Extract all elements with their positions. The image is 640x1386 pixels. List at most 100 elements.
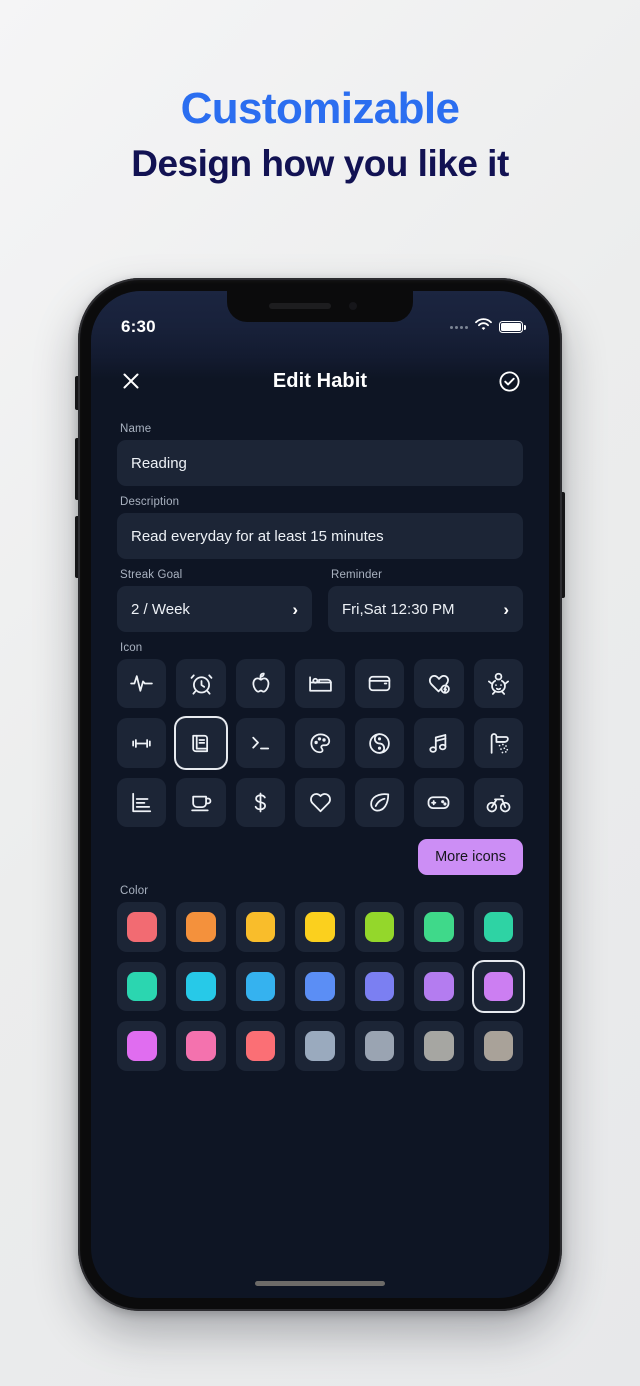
streak-goal-value: 2 / Week bbox=[131, 600, 190, 618]
icon-option-alarm-clock-icon[interactable] bbox=[176, 659, 226, 709]
icon-option-shower-icon[interactable] bbox=[473, 718, 524, 768]
icon-option-bicycle-icon[interactable] bbox=[473, 777, 524, 828]
icon-option-baby-icon[interactable] bbox=[473, 659, 524, 709]
check-circle-icon[interactable] bbox=[495, 367, 523, 395]
color-swatch bbox=[424, 912, 454, 942]
icon-option-wallet-icon[interactable] bbox=[354, 659, 405, 709]
icon-option-heart-bolt-icon[interactable] bbox=[414, 659, 464, 709]
color-option-9aa4b2[interactable] bbox=[354, 1021, 405, 1071]
shower-icon bbox=[490, 732, 509, 754]
baby-icon bbox=[487, 673, 509, 696]
color-option-f26b72[interactable] bbox=[117, 902, 167, 952]
color-swatch bbox=[186, 912, 216, 942]
reminder-label: Reminder bbox=[331, 569, 383, 581]
color-option-7b7ff2[interactable] bbox=[354, 961, 405, 1012]
color-option-fbd01e[interactable] bbox=[295, 902, 345, 952]
icon-option-apple-icon[interactable] bbox=[235, 659, 286, 709]
color-option-2ed3a4[interactable] bbox=[473, 902, 524, 952]
color-swatch bbox=[483, 971, 514, 1002]
color-option-f4913c[interactable] bbox=[176, 902, 226, 952]
icon-option-heart-icon[interactable] bbox=[295, 777, 345, 828]
color-option-9aaabe[interactable] bbox=[295, 1021, 345, 1071]
volume-down-button[interactable] bbox=[75, 516, 79, 578]
color-option-27c9e8[interactable] bbox=[176, 961, 226, 1012]
headline-line-1: Customizable bbox=[180, 84, 460, 133]
color-swatch bbox=[364, 971, 395, 1002]
color-section-label: Color bbox=[120, 885, 149, 898]
color-swatch bbox=[245, 1031, 276, 1061]
reminder-picker[interactable]: Fri,Sat 12:30 PM › bbox=[328, 586, 523, 632]
icon-option-coffee-cup-icon[interactable] bbox=[176, 777, 226, 828]
volume-up-button[interactable] bbox=[75, 438, 79, 500]
status-time: 6:30 bbox=[121, 317, 156, 336]
reminder-value: Fri,Sat 12:30 PM bbox=[342, 600, 455, 618]
color-option-fb6f75[interactable] bbox=[235, 1021, 286, 1071]
icon-option-dumbbell-icon[interactable] bbox=[117, 718, 167, 768]
color-option-cc7ef2[interactable] bbox=[473, 961, 524, 1012]
signal-dots-icon bbox=[450, 325, 468, 329]
name-label: Name bbox=[120, 423, 152, 435]
app-header: Edit Habit bbox=[91, 349, 549, 413]
color-option-a6a6a2[interactable] bbox=[414, 1021, 464, 1071]
color-option-2bd6b0[interactable] bbox=[117, 961, 167, 1012]
icon-option-palette-icon[interactable] bbox=[295, 718, 345, 768]
bed-icon bbox=[308, 676, 332, 692]
icon-option-dollar-icon[interactable] bbox=[235, 777, 286, 828]
color-swatch bbox=[364, 1031, 395, 1061]
icon-option-music-note-icon[interactable] bbox=[414, 718, 464, 768]
color-swatch bbox=[305, 971, 335, 1002]
heart-icon bbox=[309, 793, 331, 813]
icon-option-bed-icon[interactable] bbox=[295, 659, 345, 709]
color-option-f9bd2b[interactable] bbox=[235, 902, 286, 952]
color-option-f472ae[interactable] bbox=[176, 1021, 226, 1071]
battery-full-icon bbox=[499, 321, 526, 333]
color-option-35b2ef[interactable] bbox=[235, 961, 286, 1012]
phone-mockup: 6:30 Edit Habit Name Reading Description… bbox=[75, 278, 565, 1311]
color-swatch bbox=[424, 1031, 454, 1061]
streak-goal-picker[interactable]: 2 / Week › bbox=[117, 586, 312, 632]
icon-option-bar-chart-icon[interactable] bbox=[117, 777, 167, 828]
terminal-icon bbox=[252, 736, 270, 750]
power-button[interactable] bbox=[561, 492, 565, 598]
color-option-a9a299[interactable] bbox=[473, 1021, 524, 1071]
color-option-3fd98a[interactable] bbox=[414, 902, 464, 952]
earpiece-speaker bbox=[269, 303, 331, 309]
color-option-5b8ef5[interactable] bbox=[295, 961, 345, 1012]
mute-switch[interactable] bbox=[75, 376, 79, 410]
color-option-b47cf0[interactable] bbox=[414, 961, 464, 1012]
book-icon bbox=[191, 734, 208, 752]
color-swatch bbox=[364, 912, 395, 942]
bicycle-icon bbox=[486, 795, 511, 813]
icon-option-activity-pulse-icon[interactable] bbox=[117, 659, 167, 709]
color-option-e06df0[interactable] bbox=[117, 1021, 167, 1071]
icon-option-gamepad-icon[interactable] bbox=[414, 777, 464, 828]
status-indicators bbox=[450, 318, 526, 336]
goal-reminder-row: Streak Goal 2 / Week › Reminder Fri,Sat … bbox=[117, 559, 523, 632]
page-title: Edit Habit bbox=[272, 369, 368, 392]
color-swatch bbox=[424, 971, 454, 1002]
palette-icon bbox=[309, 733, 330, 753]
icon-option-terminal-icon[interactable] bbox=[235, 718, 286, 768]
alarm-clock-icon bbox=[190, 674, 213, 695]
icon-option-yin-yang-icon[interactable] bbox=[354, 718, 405, 768]
name-input[interactable]: Reading bbox=[117, 440, 523, 486]
phone-screen: 6:30 Edit Habit Name Reading Description… bbox=[91, 291, 549, 1298]
color-option-94d72b[interactable] bbox=[354, 902, 405, 952]
edit-habit-form: Name Reading Description Read everyday f… bbox=[91, 413, 549, 1298]
gamepad-icon bbox=[428, 796, 450, 810]
color-swatch bbox=[126, 912, 157, 942]
icon-option-leaf-icon[interactable] bbox=[354, 777, 405, 828]
icon-option-book-icon[interactable] bbox=[176, 718, 226, 768]
more-icons-button[interactable]: More icons bbox=[418, 839, 523, 876]
close-icon[interactable] bbox=[117, 367, 145, 395]
description-input[interactable]: Read everyday for at least 15 minutes bbox=[117, 513, 523, 559]
chevron-right-icon: › bbox=[292, 599, 298, 619]
icon-picker-grid bbox=[117, 659, 524, 828]
color-swatch bbox=[305, 1031, 335, 1061]
color-swatch bbox=[483, 1031, 514, 1061]
color-picker-grid bbox=[117, 902, 524, 1071]
color-swatch bbox=[483, 912, 514, 942]
phone-notch bbox=[227, 291, 413, 322]
coffee-cup-icon bbox=[190, 795, 211, 812]
home-indicator[interactable] bbox=[255, 1281, 385, 1286]
